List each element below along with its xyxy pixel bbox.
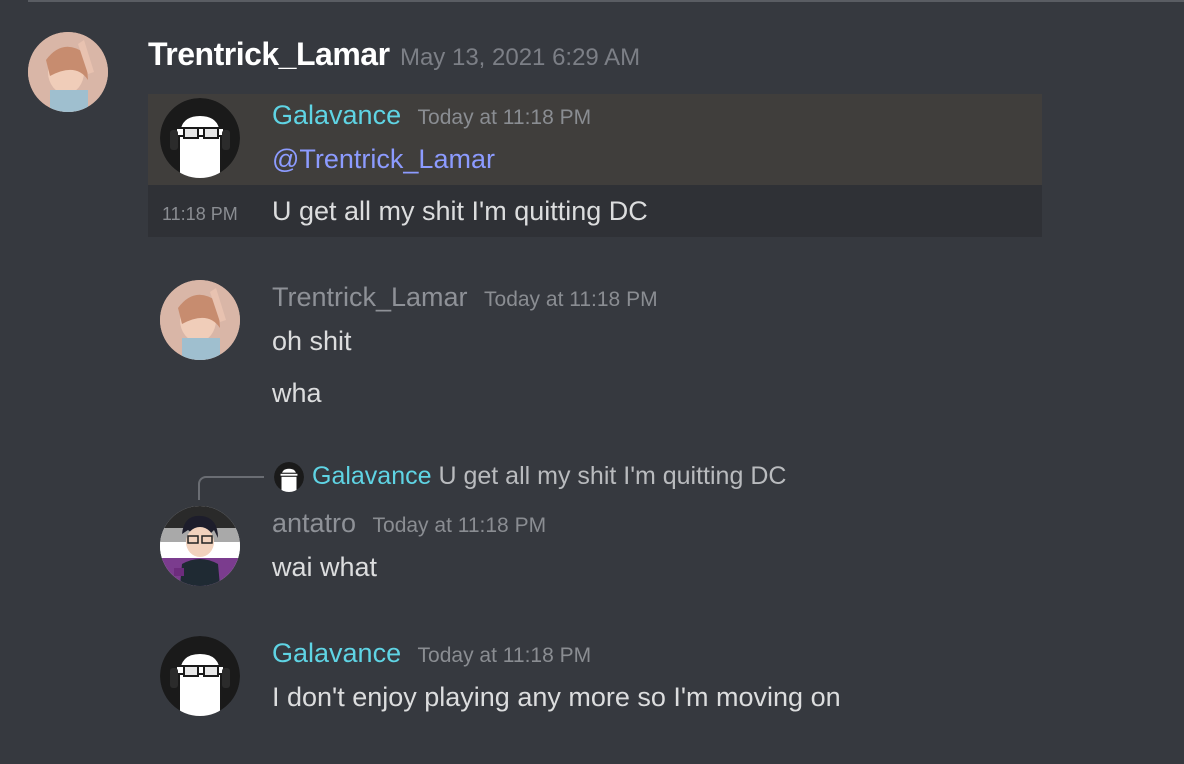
trentrick-avatar-small[interactable] <box>160 280 240 360</box>
message-text: wai what <box>272 552 378 582</box>
message-author[interactable]: Galavance <box>272 638 401 668</box>
message-text: wha <box>272 378 322 408</box>
ghost-avatar-icon <box>160 636 240 716</box>
trentrick-avatar[interactable] <box>28 32 108 112</box>
outer-timestamp: May 13, 2021 6:29 AM <box>399 44 641 71</box>
ghost-avatar-icon <box>160 98 240 178</box>
galavance-avatar[interactable] <box>160 98 240 178</box>
outer-username[interactable]: Trentrick_Lamar <box>148 36 390 72</box>
message-author[interactable]: antatro <box>272 508 356 538</box>
reply-author[interactable]: Galavance <box>312 462 432 490</box>
reply-ghost-avatar-icon <box>274 462 304 492</box>
message-time: Today at 11:18 PM <box>484 288 658 311</box>
antatro-avatar[interactable] <box>160 506 240 586</box>
embed-author-time: Today at 11:18 PM <box>417 106 592 129</box>
embed-author-line: Galavance Today at 11:18 PM <box>272 100 591 131</box>
embed-row-text: U get all my shit I'm quitting DC <box>272 196 648 226</box>
anime-avatar-icon <box>160 506 240 586</box>
embed-mention[interactable]: @Trentrick_Lamar <box>272 144 495 175</box>
message-header: antatro Today at 11:18 PM <box>272 508 546 539</box>
message-time: Today at 11:18 PM <box>372 514 547 537</box>
outer-header: Trentrick_Lamar May 13, 2021 6:29 AM <box>148 36 640 73</box>
message-text: oh shit <box>272 326 352 356</box>
embed-row-time: 11:18 PM <box>162 204 238 224</box>
reply-preview[interactable]: Galavance U get all my shit I'm quitting… <box>312 462 786 491</box>
reply-connector-icon <box>198 476 264 500</box>
embed-author[interactable]: Galavance <box>272 100 401 130</box>
message-text: I don't enjoy playing any more so I'm mo… <box>272 682 841 712</box>
message-header: Trentrick_Lamar Today at 11:18 PM <box>272 282 658 313</box>
reply-text: U get all my shit I'm quitting DC <box>438 462 787 490</box>
galavance-avatar[interactable] <box>160 636 240 716</box>
message-time: Today at 11:18 PM <box>417 644 592 667</box>
top-divider <box>28 0 1184 2</box>
message-header: Galavance Today at 11:18 PM <box>272 638 591 669</box>
message-author[interactable]: Trentrick_Lamar <box>272 282 468 312</box>
